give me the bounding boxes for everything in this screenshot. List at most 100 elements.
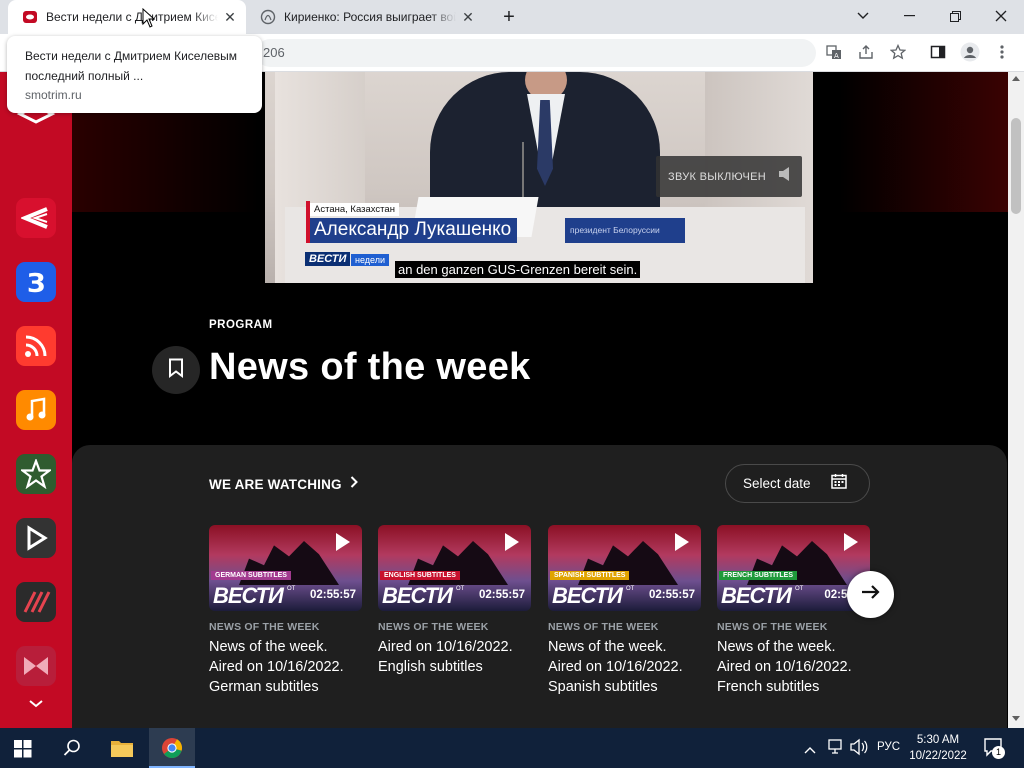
language-indicator[interactable]: РУС [877,741,900,753]
menu-icon[interactable] [990,40,1014,64]
episode-thumbnail[interactable]: SPANISH SUBTITLES ВЕСТИ ОТ 02:55:57 [548,525,701,611]
play-icon[interactable] [16,518,56,558]
episode-title[interactable]: News of the week. Aired on 10/16/2022. F… [717,637,870,697]
episode-title[interactable]: Aired on 10/16/2022. English subtitles [378,637,531,677]
we-are-watching-link[interactable]: WE ARE WATCHING [209,475,358,493]
windows-start-icon[interactable] [14,740,32,763]
tab-title: Вести недели с Дмитрием Кисе [46,10,218,24]
taskbar: РУС 5:30 AM 10/22/2022 1 [0,728,1024,768]
play-triangle-icon [505,533,519,551]
duration-label: 02:55:57 [648,589,695,601]
page-scrollbar[interactable] [1008,72,1024,728]
play-triangle-icon [844,533,858,551]
tab-title: Кириенко: Россия выигрaет вой [284,10,456,24]
volume-icon[interactable] [850,738,868,761]
mouse-cursor-icon [142,7,156,33]
share-icon[interactable] [854,40,878,64]
smotrim-favicon-icon [22,9,38,25]
minimize-icon[interactable] [886,0,932,32]
russia-k-icon[interactable]: З [16,262,56,302]
url-text: 206 [263,45,285,60]
translate-icon[interactable]: A [822,40,846,64]
episode-program[interactable]: NEWS OF THE WEEK [209,621,362,633]
vesti-logo-small: ОТ [626,586,635,592]
clock[interactable]: 5:30 AM 10/22/2022 [908,732,968,764]
chrome-taskbar-button[interactable] [149,728,195,768]
file-explorer-icon[interactable] [110,737,134,764]
clock-time: 5:30 AM [916,734,960,746]
arrow-right-icon [861,584,881,605]
video-player[interactable]: Астана, Казахстан Александр Лукашенко пр… [265,72,813,283]
search-icon[interactable] [63,739,81,762]
episode-program[interactable]: NEWS OF THE WEEK [717,621,870,633]
episode-program[interactable]: NEWS OF THE WEEK [548,621,701,633]
tray-chevron-up-icon[interactable] [804,741,816,759]
close-window-icon[interactable] [978,0,1024,32]
tab-search-icon[interactable] [840,0,886,32]
chrome-icon [161,737,183,764]
episodes-panel: WE ARE WATCHING Select date GERMAN SUBTI… [72,445,1007,728]
carousel-next-button[interactable] [847,571,894,618]
select-date-label: Select date [743,476,811,491]
bookmark-button[interactable] [152,346,200,394]
new-tab-icon[interactable]: + [498,6,520,28]
profile-icon[interactable] [958,40,982,64]
vesti-logo-small: ОТ [287,586,296,592]
subtitle-text: an den ganzen GUS-Grenzen bereit sein. [395,261,641,278]
zvezda-icon[interactable] [16,454,56,494]
side-panel-icon[interactable] [926,40,950,64]
notification-count: 1 [992,746,1005,759]
episode-card-french[interactable]: FRENCH SUBTITLES ВЕСТИ ОТ 02:55:5 NEWS O… [717,525,870,697]
location-caption: Астана, Казахстан [310,203,399,216]
mute-indicator[interactable]: ЗВУК ВЫКЛЮЧЕН [656,156,802,197]
theatre-icon[interactable] [16,646,56,686]
episode-card-english[interactable]: ENGLISH SUBTITLES ВЕСТИ ОТ 02:55:57 NEWS… [378,525,531,677]
bookmark-star-icon[interactable] [886,40,910,64]
duration-label: 02:55:57 [478,589,525,601]
vesti-logo: ВЕСТИ [213,583,284,608]
globe-favicon-icon [260,9,276,25]
speaker-name-caption: Александр Лукашенко [310,218,518,243]
network-icon[interactable] [828,738,844,761]
calendar-icon [830,473,847,494]
svg-text:З: З [27,269,45,297]
vesti-logo: ВЕСТИ [721,583,792,608]
program-title: News of the week [209,346,531,388]
radio-icon[interactable] [16,326,56,366]
subtitle-badge: FRENCH SUBTITLES [719,571,797,580]
chevrons-icon[interactable] [16,582,56,622]
episode-title[interactable]: News of the week. Aired on 10/16/2022. S… [548,637,701,697]
tooltip-title: Вести недели с Дмитрием Киселевым послед… [25,49,238,83]
chevron-right-icon [350,475,358,493]
vesti-logo: ВЕСТИ [382,583,453,608]
subtitle-badge: ENGLISH SUBTITLES [380,571,460,580]
russia1-icon[interactable] [16,198,56,238]
tab-close-icon[interactable]: ✕ [460,9,476,25]
tab-vesti[interactable]: Вести недели с Дмитрием Кисе ✕ [8,0,246,34]
restore-icon[interactable] [932,0,978,32]
scroll-thumb[interactable] [1011,118,1021,214]
subtitle-badge: SPANISH SUBTITLES [550,571,630,580]
scroll-down-icon[interactable] [1012,716,1020,721]
sidebar: З [0,72,72,728]
select-date-button[interactable]: Select date [725,464,870,503]
vesti-logo-small: ОТ [795,586,804,592]
chevron-down-icon[interactable] [26,696,46,712]
tab-close-icon[interactable]: ✕ [222,9,238,25]
tab-kirienko[interactable]: Кириенко: Россия выигрaет вой ✕ [246,0,484,34]
episode-thumbnail[interactable]: GERMAN SUBTITLES ВЕСТИ ОТ 02:55:57 [209,525,362,611]
notifications-icon[interactable]: 1 [984,738,1006,763]
speaker-muted-icon [778,166,792,187]
scroll-up-icon[interactable] [1012,76,1020,81]
episode-program[interactable]: NEWS OF THE WEEK [378,621,531,633]
episode-card-spanish[interactable]: SPANISH SUBTITLES ВЕСТИ ОТ 02:55:57 NEWS… [548,525,701,697]
clock-date: 10/22/2022 [909,750,967,762]
episode-card-german[interactable]: GERMAN SUBTITLES ВЕСТИ ОТ 02:55:57 NEWS … [209,525,362,697]
music-icon[interactable] [16,390,56,430]
svg-text:A: A [834,52,839,60]
duration-label: 02:55:57 [309,589,356,601]
address-bar[interactable] [256,39,816,67]
subtitle-badge: GERMAN SUBTITLES [211,571,291,580]
episode-title[interactable]: News of the week. Aired on 10/16/2022. G… [209,637,362,697]
episode-thumbnail[interactable]: ENGLISH SUBTITLES ВЕСТИ ОТ 02:55:57 [378,525,531,611]
